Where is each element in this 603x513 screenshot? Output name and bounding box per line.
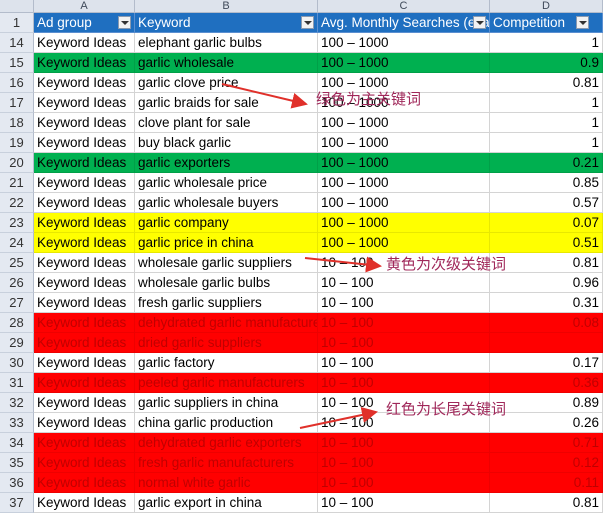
arrow-icon [221,83,308,109]
arrow-icon [299,407,378,429]
annotation-green-primary-keywords: 绿色为主关键词 [316,90,422,108]
annotation-arrows [221,83,382,429]
annotation-yellow-secondary-keywords: 黄色为次级关键词 [386,255,507,273]
spreadsheet: A B C D 1 Ad group Keyword Avg. Monthly … [0,0,603,513]
arrow-icon [304,256,382,273]
annotation-red-longtail-keywords: 红色为长尾关键词 [386,400,507,418]
